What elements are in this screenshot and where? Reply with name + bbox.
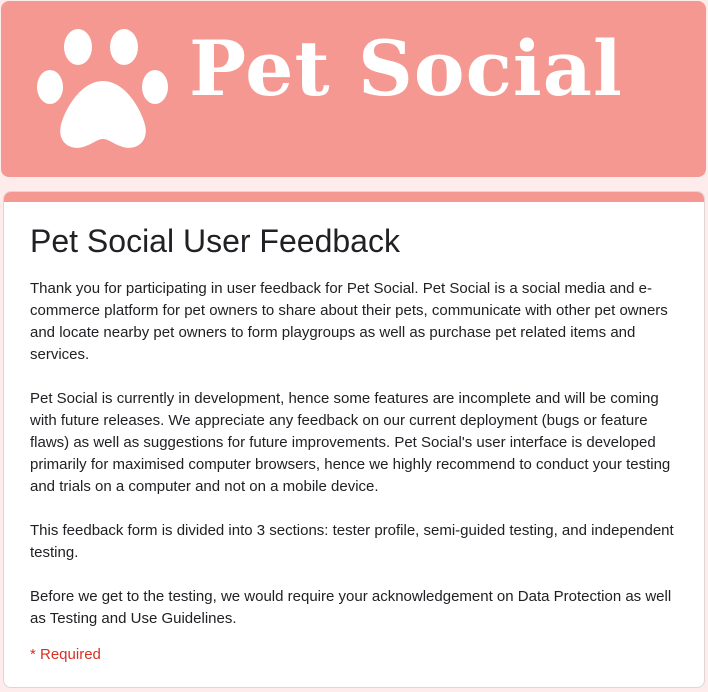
required-note: * Required [30, 646, 101, 663]
header-banner: Pet Social [1, 1, 706, 177]
description-paragraph: Pet Social is currently in development, … [30, 390, 671, 495]
form-header-card: Pet Social User Feedback Thank you for p… [3, 191, 705, 688]
paw-icon [37, 29, 168, 148]
description-paragraph: This feedback form is divided into 3 sec… [30, 522, 674, 561]
form-description: Thank you for participating in user feed… [30, 278, 680, 652]
description-paragraph: Thank you for participating in user feed… [30, 280, 668, 363]
description-paragraph: Before we get to the testing, we would r… [30, 588, 672, 627]
brand-logo-text: Pet Social [189, 24, 623, 113]
card-accent-bar [4, 192, 704, 202]
form-title: Pet Social User Feedback [30, 223, 400, 259]
